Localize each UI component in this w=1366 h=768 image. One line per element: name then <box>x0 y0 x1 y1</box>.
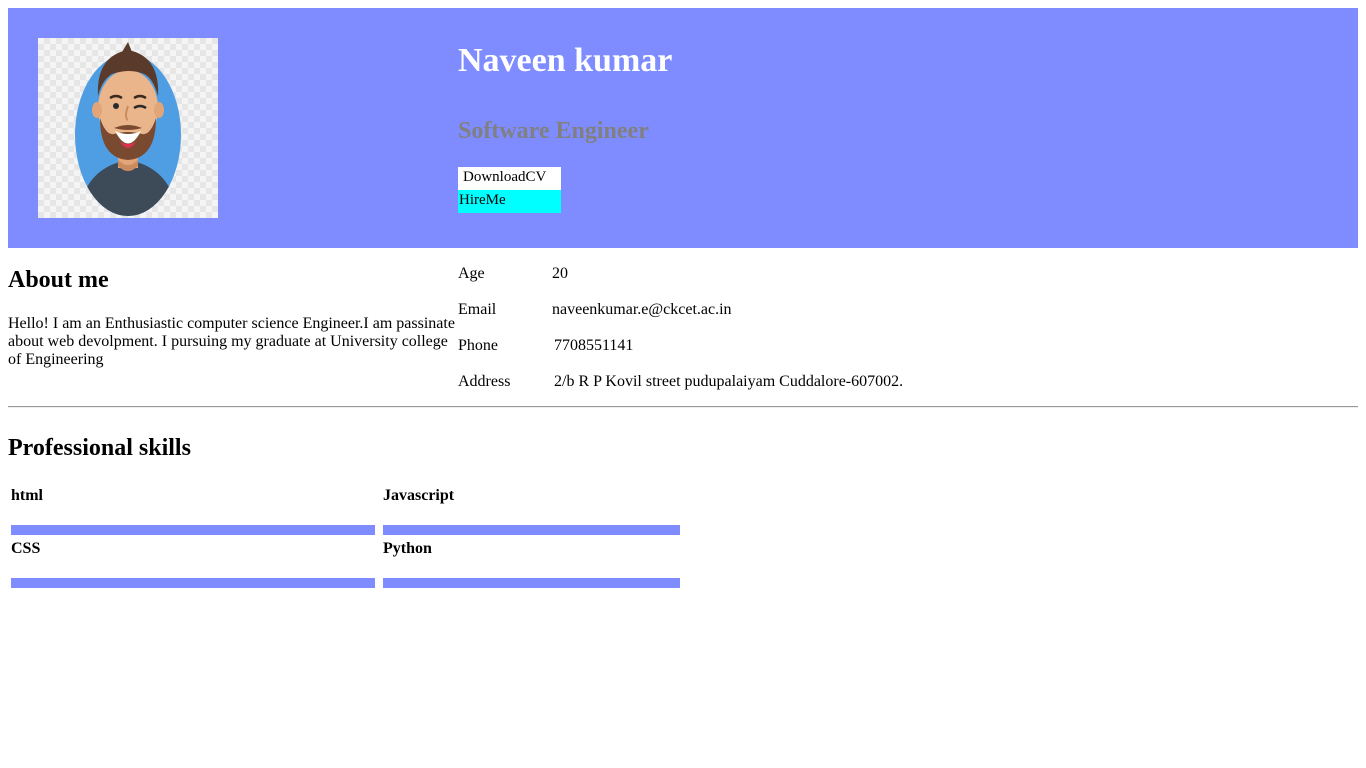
skill-fill-html <box>11 525 375 535</box>
avatar-illustration-icon <box>75 42 181 216</box>
skill-bar-python <box>383 578 680 588</box>
skill-fill-css <box>11 578 375 588</box>
about-text: Hello! I am an Enthusiastic computer sci… <box>8 315 455 368</box>
skill-name-html: html <box>11 487 43 504</box>
profile-header: Naveen kumar Software Engineer DownloadC… <box>8 8 1358 248</box>
about-title: About me <box>8 267 109 293</box>
skill-bar-html <box>11 525 375 535</box>
skill-name-css: CSS <box>11 540 41 557</box>
skill-bar-css <box>11 578 375 588</box>
download-cv-button[interactable]: DownloadCV <box>458 167 561 190</box>
section-divider <box>8 406 1358 408</box>
info-value: naveenkumar.e@ckcet.ac.in <box>552 301 732 318</box>
info-label: Phone <box>458 337 498 354</box>
skill-bar-javascript <box>383 525 680 535</box>
profile-role: Software Engineer <box>458 118 649 144</box>
info-value: 20 <box>552 265 568 282</box>
info-label: Email <box>458 301 497 318</box>
skill-fill-python <box>383 578 680 588</box>
resume-page: Naveen kumar Software Engineer DownloadC… <box>0 0 1366 768</box>
skill-name-python: Python <box>383 540 432 557</box>
info-label: Age <box>458 265 485 282</box>
skill-fill-javascript <box>383 525 680 535</box>
skills-title: Professional skills <box>8 435 191 461</box>
hire-me-button[interactable]: HireMe <box>458 190 561 213</box>
info-value: 7708551141 <box>554 337 634 354</box>
profile-name: Naveen kumar <box>458 42 673 79</box>
info-label: Address <box>458 373 511 390</box>
skill-name-javascript: Javascript <box>383 487 455 504</box>
info-value: 2/b R P Kovil street pudupalaiyam Cuddal… <box>554 373 904 390</box>
avatar <box>38 38 218 218</box>
